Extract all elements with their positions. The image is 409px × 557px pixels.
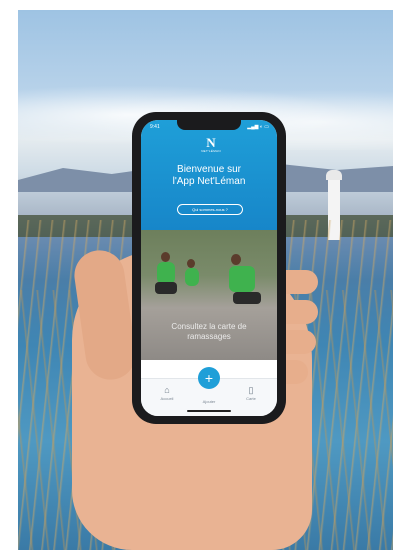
welcome-line-1: Bienvenue sur [177, 164, 241, 175]
logo-subtitle: NET'LÉMAN [201, 149, 221, 153]
home-indicator[interactable] [187, 410, 231, 412]
welcome-line-2: l'App Net'Léman [172, 176, 246, 187]
status-time: 9:41 [150, 124, 160, 130]
tab-map-label: Carte [246, 396, 256, 401]
volunteer-3 [229, 266, 255, 292]
app-logo: N NET'LÉMAN [193, 136, 229, 154]
welcome-title: Bienvenue sur l'App Net'Léman [141, 164, 277, 188]
volunteer-1-legs [155, 282, 177, 294]
add-label: Ajouter [202, 399, 216, 404]
app-header: 9:41 ▂▄▆ ◐ ▭ N NET'LÉMAN Bienvenue sur l… [141, 120, 277, 230]
volunteer-3-legs [233, 292, 261, 304]
volunteer-2 [185, 268, 199, 286]
hero-caption-line-1: Consultez la carte de [171, 322, 247, 331]
tab-home[interactable]: ⌂ Accueil [149, 385, 185, 401]
tab-add-label: Ajouter [191, 399, 227, 404]
plus-icon: + [204, 370, 214, 386]
tab-map[interactable]: ▯ Carte [233, 385, 269, 401]
add-button[interactable]: + [198, 367, 220, 389]
tab-home-label: Accueil [160, 396, 174, 401]
volunteer-1 [157, 262, 175, 284]
phone-screen: 9:41 ▂▄▆ ◐ ▭ N NET'LÉMAN Bienvenue sur l… [141, 120, 277, 416]
volunteer-2-head [187, 259, 195, 268]
status-icons: ▂▄▆ ◐ ▭ [247, 124, 269, 130]
phone-notch [177, 120, 241, 130]
home-icon: ⌂ [164, 385, 170, 395]
map-icon: ▯ [248, 385, 254, 395]
hero-caption-line-2: ramassages [187, 332, 231, 341]
hero-caption: Consultez la carte de ramassages [141, 322, 277, 342]
about-button[interactable]: Qui sommes-nous ? [177, 204, 243, 215]
volunteer-1-head [161, 252, 170, 262]
volunteer-3-head [231, 254, 241, 265]
logo-mark: N [206, 135, 216, 150]
hero-photo[interactable]: Consultez la carte de ramassages [141, 230, 277, 360]
image-frame: 9:41 ▂▄▆ ◐ ▭ N NET'LÉMAN Bienvenue sur l… [0, 0, 409, 557]
